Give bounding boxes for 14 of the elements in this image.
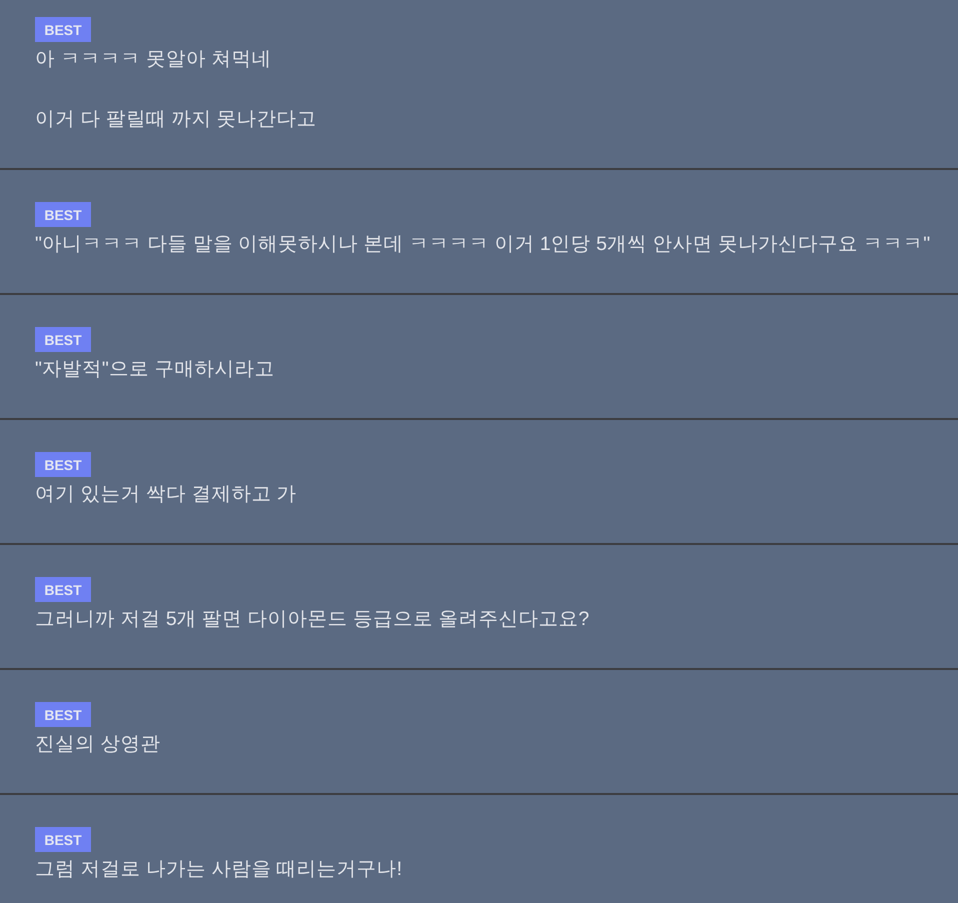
comment-text: 그러니까 저걸 5개 팔면 다이아몬드 등급으로 올려주신다고요? <box>35 607 590 632</box>
comment-text: 진실의 상영관 <box>35 732 162 757</box>
comment-text: 아 ㅋㅋㅋㅋ 못알아 쳐먹네 이거 다 팔릴때 까지 못나간다고 <box>35 47 318 132</box>
comment-text: "자발적"으로 구매하시라고 <box>35 357 276 382</box>
best-badge: BEST <box>35 452 91 477</box>
best-badge: BEST <box>35 702 91 727</box>
best-badge: BEST <box>35 327 91 352</box>
best-badge: BEST <box>35 202 91 227</box>
best-badge: BEST <box>35 577 91 602</box>
best-badge: BEST <box>35 827 91 852</box>
comment-text: 그럼 저걸로 나가는 사람을 때리는거구나! <box>35 857 404 882</box>
comment-text: "아니ㅋㅋㅋ 다들 말을 이해못하시나 본데 ㅋㅋㅋㅋ 이거 1인당 5개씩 안사면 못나가신다구요 ㅋㅋㅋ" <box>35 232 932 257</box>
best-badge: BEST <box>35 17 91 42</box>
comment-text: 여기 있는거 싹다 결제하고 가 <box>35 482 298 507</box>
